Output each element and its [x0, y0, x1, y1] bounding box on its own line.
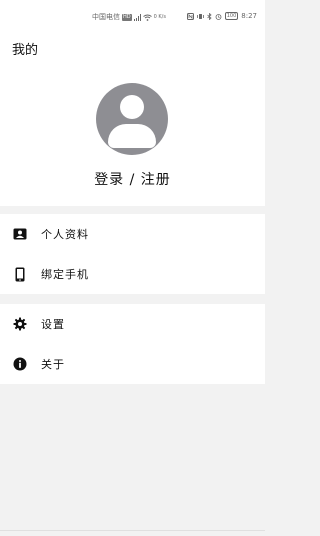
network-badge: HD	[122, 13, 132, 21]
menu-item-profile[interactable]: 个人资料	[0, 214, 265, 254]
login-register-link[interactable]: 登录 / 注册	[0, 169, 265, 189]
status-bar: 中国电信 HD 0 K/s 100 8:27	[0, 0, 265, 30]
avatar-head	[120, 95, 144, 119]
alarm-icon	[215, 13, 222, 20]
status-left: 中国电信 HD 0 K/s	[92, 12, 166, 22]
menu-group-account: 个人资料 绑定手机	[0, 214, 265, 294]
menu-label-settings: 设置	[41, 318, 65, 331]
info-icon	[12, 356, 28, 372]
clock: 8:27	[241, 12, 257, 20]
page-title: 我的	[12, 43, 39, 58]
carrier-label: 中国电信	[92, 13, 120, 21]
battery-icon: 100	[224, 12, 239, 20]
nfc-icon	[186, 12, 194, 20]
bottom-divider	[0, 530, 265, 531]
status-right: 100 8:27	[186, 12, 257, 20]
network-speed: 0 K/s	[153, 14, 166, 20]
avatar-body	[108, 124, 156, 148]
menu-item-settings[interactable]: 设置	[0, 304, 265, 344]
menu-label-about: 关于	[41, 358, 65, 371]
menu-group-app: 设置 关于	[0, 304, 265, 384]
gear-icon	[12, 316, 28, 332]
menu-label-profile: 个人资料	[41, 228, 89, 241]
phone-icon	[12, 266, 28, 282]
menu-item-bind-phone[interactable]: 绑定手机	[0, 254, 265, 294]
profile-card-icon	[12, 226, 28, 242]
menu-item-about[interactable]: 关于	[0, 344, 265, 384]
signal-icon	[133, 13, 141, 21]
menu-label-bind-phone: 绑定手机	[41, 268, 89, 281]
wifi-icon	[142, 14, 152, 21]
battery-level: 100	[226, 13, 237, 19]
bluetooth-icon	[206, 12, 212, 20]
user-avatar-icon[interactable]	[96, 83, 168, 155]
profile-header: 我的 登录 / 注册	[0, 30, 265, 206]
vibrate-icon	[196, 13, 204, 19]
